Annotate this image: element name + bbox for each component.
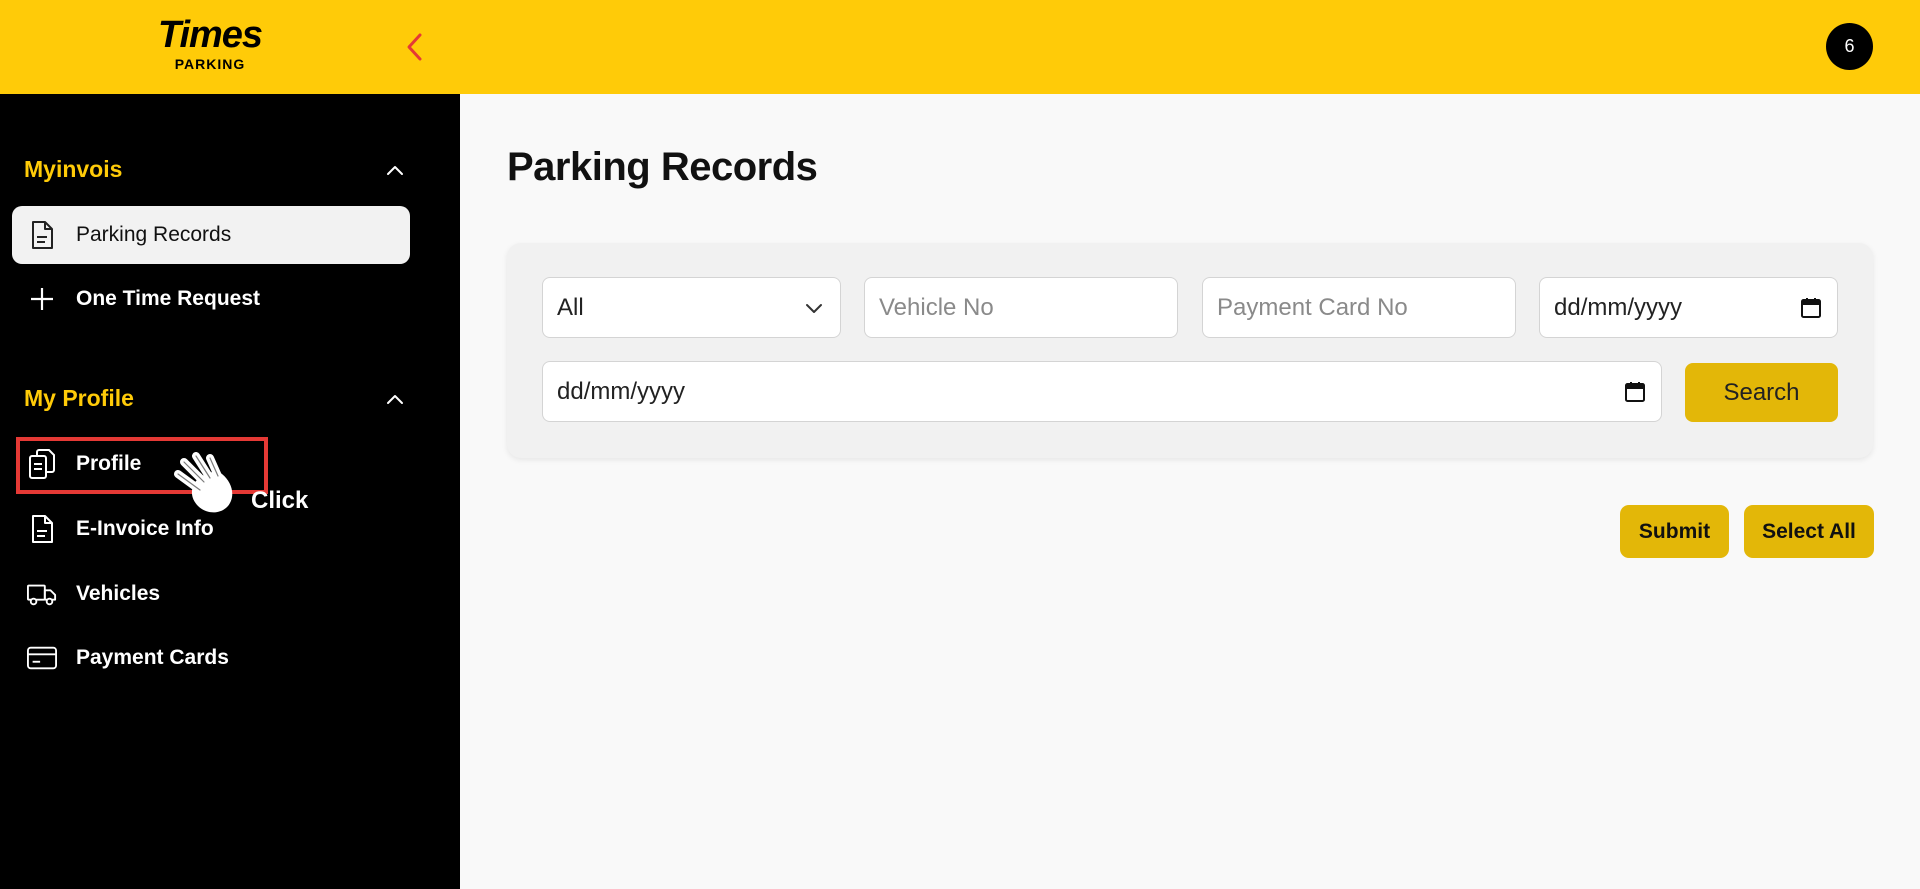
vehicle-no-placeholder: Vehicle No: [879, 293, 994, 321]
payment-card-no-input[interactable]: Payment Card No: [1202, 277, 1516, 338]
page-title: Parking Records: [507, 145, 818, 189]
chevron-left-icon: [407, 33, 422, 61]
user-avatar[interactable]: 6: [1826, 23, 1873, 70]
sidebar-item-payment-cards[interactable]: Payment Cards: [12, 629, 410, 687]
payment-card-no-placeholder: Payment Card No: [1217, 293, 1408, 321]
document-icon: [27, 514, 57, 544]
sidebar-item-label: E-Invoice Info: [76, 517, 214, 540]
logo-wordmark: Times: [157, 14, 263, 56]
date-from-value: dd/mm/yyyy: [1554, 293, 1683, 321]
sidebar-item-label: Vehicles: [76, 582, 161, 605]
section-title-myinvois: Myinvois: [24, 156, 123, 182]
pointing-hand-icon: [174, 452, 233, 513]
document-icon: [27, 220, 57, 250]
chevron-up-icon: [387, 165, 403, 175]
record-type-select[interactable]: All: [542, 277, 841, 338]
date-to-input[interactable]: dd/mm/yyyy: [542, 361, 1662, 422]
submit-button[interactable]: Submit: [1620, 505, 1729, 558]
plus-icon: [27, 284, 57, 314]
clipboard-icon: [27, 449, 57, 479]
sidebar-item-label: One Time Request: [76, 287, 260, 310]
chevron-up-icon: [387, 394, 403, 404]
collapse-sidebar-button[interactable]: [402, 30, 428, 64]
select-value: All: [557, 293, 584, 321]
sidebar-item-one-time-request[interactable]: One Time Request: [12, 270, 410, 328]
date-to-value: dd/mm/yyyy: [557, 377, 686, 405]
search-button[interactable]: Search: [1685, 363, 1838, 422]
sidebar-item-parking-records[interactable]: Parking Records: [12, 206, 410, 264]
sidebar-item-label: Profile: [76, 452, 142, 475]
top-header: Times PARKING 6: [0, 0, 1920, 94]
truck-icon: [27, 579, 57, 609]
sidebar-item-vehicles[interactable]: Vehicles: [12, 565, 410, 623]
section-myinvois[interactable]: Myinvois: [24, 156, 404, 183]
calendar-icon[interactable]: [1799, 296, 1823, 320]
filter-panel: [507, 243, 1873, 458]
sidebar-item-label: Payment Cards: [76, 646, 229, 669]
section-my-profile[interactable]: My Profile: [24, 385, 404, 412]
logo-subtitle: PARKING: [174, 56, 246, 72]
sidebar-item-label: Parking Records: [76, 223, 232, 246]
credit-card-icon: [27, 643, 57, 673]
calendar-icon[interactable]: [1623, 380, 1647, 404]
select-all-button[interactable]: Select All: [1744, 505, 1874, 558]
times-parking-logo[interactable]: Times PARKING: [150, 16, 270, 72]
section-title-my-profile: My Profile: [24, 385, 134, 411]
click-annotation-label: Click: [251, 487, 309, 514]
chevron-down-icon: [806, 303, 822, 313]
date-from-input[interactable]: dd/mm/yyyy: [1539, 277, 1838, 338]
vehicle-no-input[interactable]: Vehicle No: [864, 277, 1178, 338]
